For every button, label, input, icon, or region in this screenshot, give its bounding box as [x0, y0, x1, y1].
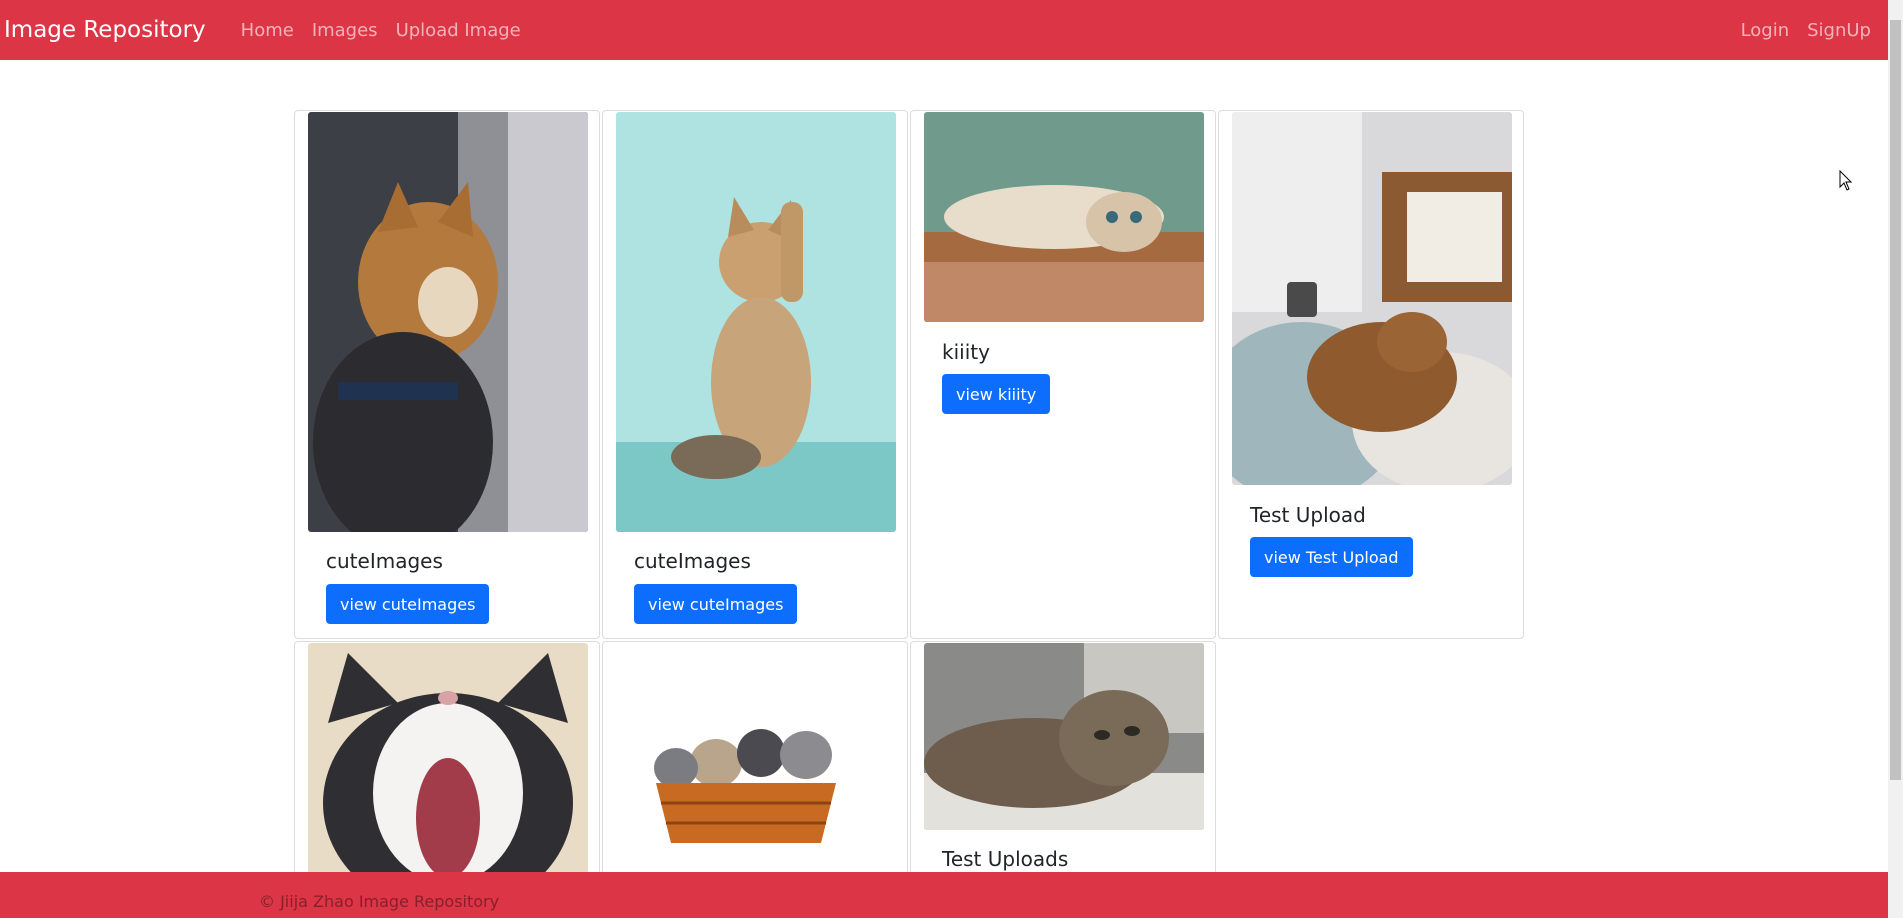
view-button[interactable]: view cuteImages [326, 584, 490, 624]
image-card: Test Uploads [910, 641, 1216, 901]
nav-links: Home Images Upload Image [232, 20, 530, 41]
card-title: kiiity [942, 340, 990, 364]
nav-images-link[interactable]: Images [303, 20, 387, 41]
nav-auth-links: Login SignUp [1732, 20, 1880, 41]
nav-login-link[interactable]: Login [1732, 20, 1799, 41]
image-card [602, 641, 908, 901]
card-title: cuteImages [326, 549, 443, 573]
footer: © Jiija Zhao Image Repository [0, 872, 1888, 918]
view-button[interactable]: view kiiity [942, 374, 1051, 414]
cat-lying-on-side-image [924, 643, 1204, 830]
image-card: cuteImages view cuteImages [602, 110, 908, 639]
view-button[interactable]: view cuteImages [634, 584, 798, 624]
kitten-raising-paw-image [616, 112, 896, 532]
image-card: Test Upload view Test Upload [1218, 110, 1524, 639]
footer-copyright: © Jiija Zhao Image Repository [259, 892, 500, 911]
nav-signup-link[interactable]: SignUp [1798, 20, 1880, 41]
nav-upload-image-link[interactable]: Upload Image [387, 20, 530, 41]
nav-home-link[interactable]: Home [232, 20, 303, 41]
image-card: cuteImages view cuteImages [294, 110, 600, 639]
cat-lying-on-floor-image [924, 112, 1204, 322]
view-button[interactable]: view Test Upload [1250, 537, 1413, 577]
page-scrollbar[interactable] [1888, 0, 1903, 918]
image-card: kiiity view kiiity [910, 110, 1216, 639]
brand-link[interactable]: Image Repository [4, 17, 206, 43]
cat-sleeping-on-bed-image [1232, 112, 1512, 485]
mouse-cursor-icon [1839, 170, 1853, 191]
kittens-in-basket-image [616, 643, 896, 883]
image-card [294, 641, 600, 901]
scrollbar-thumb[interactable] [1890, 20, 1901, 780]
cat-yawning-image [308, 643, 588, 883]
card-title: Test Uploads [942, 847, 1069, 871]
card-title: cuteImages [634, 549, 751, 573]
card-title: Test Upload [1250, 503, 1366, 527]
navbar: Image Repository Home Images Upload Imag… [0, 0, 1888, 60]
cat-looking-out-window-image [308, 112, 588, 532]
